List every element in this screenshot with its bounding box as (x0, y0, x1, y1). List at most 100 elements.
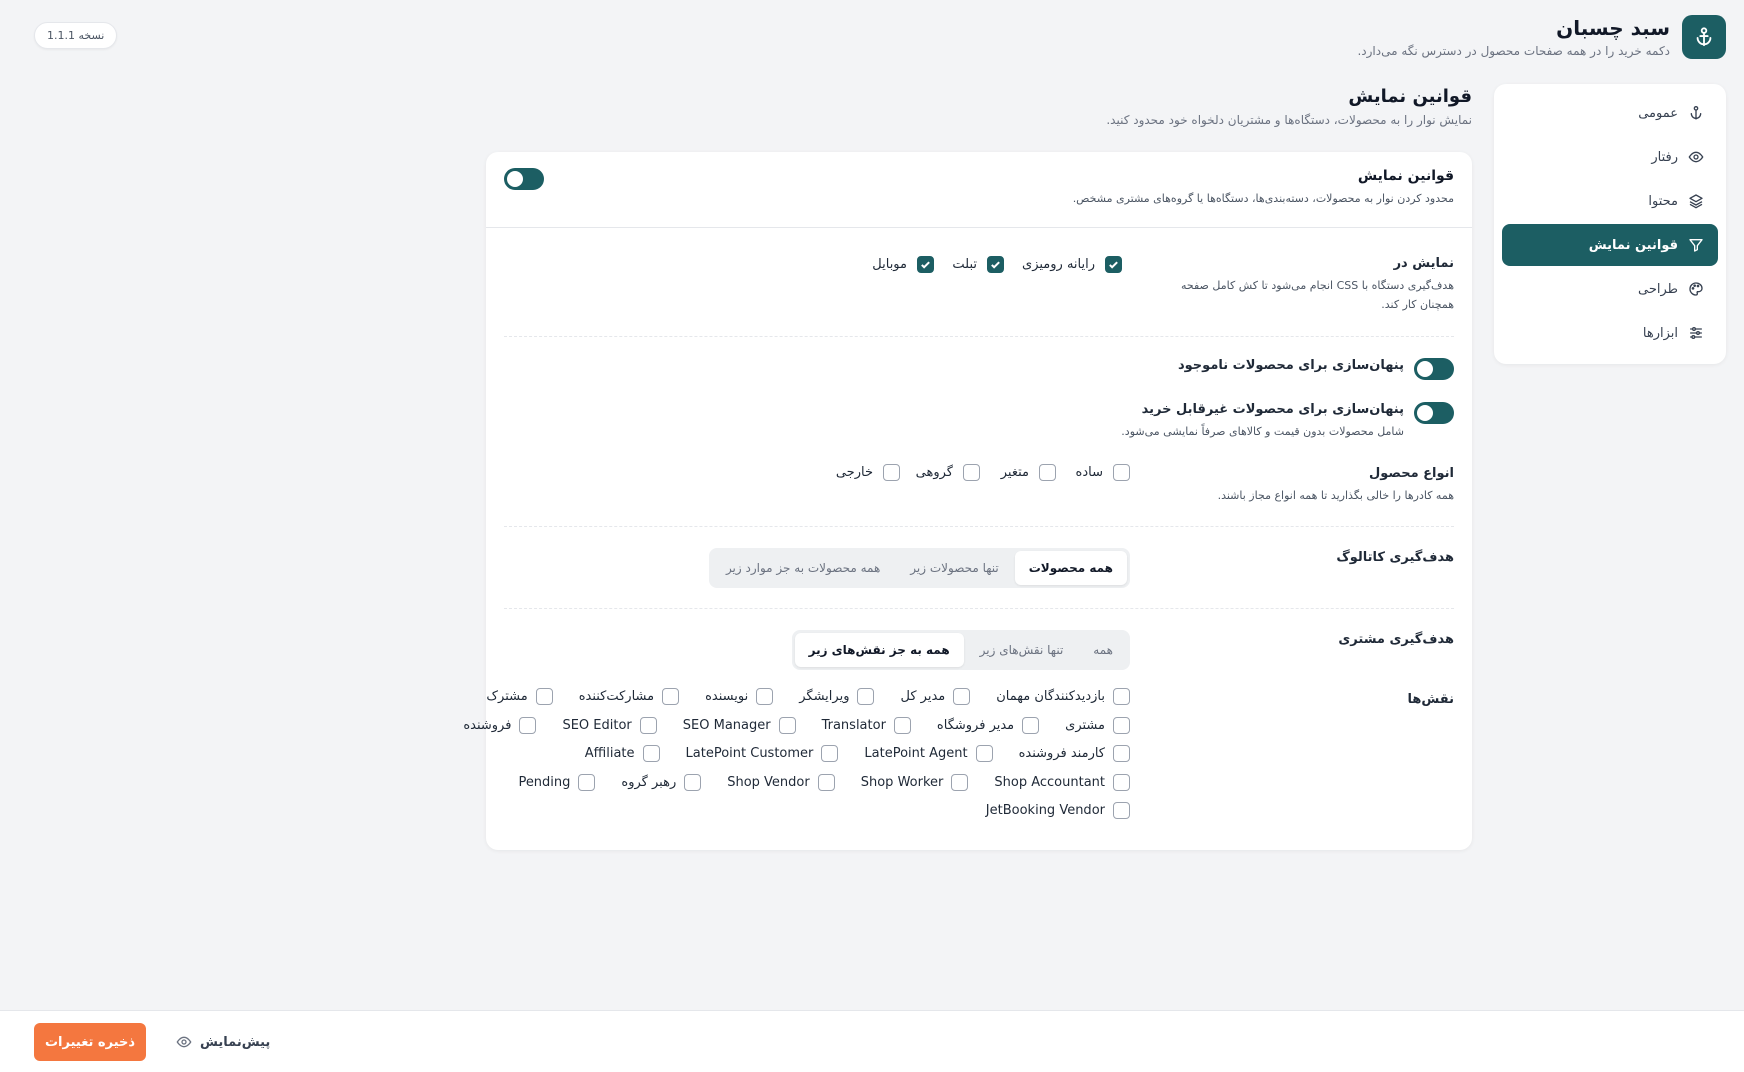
role-checkbox[interactable] (1113, 716, 1130, 734)
role-option[interactable]: SEO Editor (562, 716, 657, 734)
anchor-logo-icon (1682, 15, 1726, 59)
role-option[interactable]: کارمند فروشنده (1018, 745, 1130, 763)
simple-checkbox[interactable] (1113, 464, 1130, 481)
role-option[interactable]: Shop Accountant (994, 773, 1130, 791)
role-checkbox[interactable] (951, 773, 969, 791)
tablet-label: تبلت (952, 257, 977, 272)
role-option[interactable]: JetBooking Vendor (986, 802, 1130, 820)
product-type-simple[interactable]: ساده (1076, 464, 1130, 481)
role-option[interactable]: مشتری (1065, 716, 1130, 734)
product-type-external[interactable]: خارجی (836, 464, 900, 481)
role-label: رهبر گروه (621, 774, 677, 790)
app-subtitle: دکمه خرید را در همه صفحات محصول در دسترس… (1357, 44, 1670, 58)
sliders-icon (1690, 327, 1702, 339)
role-checkbox[interactable] (975, 745, 993, 763)
customer-option-except[interactable]: همه به جز نقش‌های زیر (794, 633, 964, 667)
hide-unpurchasable-label: پنهان‌سازی برای محصولات غیرقابل خرید (1141, 402, 1404, 417)
role-option[interactable]: Translator (822, 716, 911, 734)
role-checkbox[interactable] (857, 688, 875, 705)
role-checkbox[interactable] (1022, 716, 1040, 734)
grouped-label: گروهی (915, 465, 953, 480)
role-option[interactable]: Shop Worker (861, 773, 969, 791)
role-label: ویرایشگر (799, 689, 850, 704)
sidebar-item-behavior[interactable]: رفتار (1502, 136, 1718, 178)
desktop-checkbox[interactable] (1105, 256, 1122, 273)
role-checkbox[interactable] (519, 716, 537, 734)
role-checkbox[interactable] (1113, 688, 1130, 705)
role-option[interactable]: Affiliate (584, 745, 660, 763)
external-checkbox[interactable] (883, 464, 900, 481)
role-label: Affiliate (584, 746, 635, 762)
sidebar-item-label: ابزارها (1642, 325, 1678, 341)
product-type-grouped[interactable]: گروهی (916, 464, 980, 481)
tablet-checkbox[interactable] (987, 256, 1004, 273)
role-option[interactable]: Shop Vendor (727, 773, 835, 791)
role-option[interactable]: مدیر کل (900, 688, 971, 705)
catalog-option-all[interactable]: همه محصولات (1014, 551, 1127, 585)
filter-icon (1689, 239, 1703, 252)
grouped-checkbox[interactable] (963, 464, 980, 481)
card-description: محدود کردن نوار به محصولات، دسته‌بندی‌ها… (1072, 192, 1454, 205)
role-checkbox[interactable] (684, 773, 702, 791)
role-option[interactable]: بازدیدکنندگان مهمان (996, 688, 1130, 705)
role-option[interactable]: مدیر فروشگاه (937, 716, 1040, 734)
customer-option-all[interactable]: همه (1079, 633, 1127, 667)
sidebar-item-label: رفتار (1651, 149, 1678, 165)
role-checkbox[interactable] (893, 716, 911, 734)
role-option[interactable]: LatePoint Agent (864, 745, 993, 763)
display-rules-toggle[interactable] (504, 168, 544, 190)
devices-label: نمایش در (1393, 256, 1454, 271)
sidebar-item-general[interactable]: عمومی (1502, 92, 1718, 134)
sidebar-item-content[interactable]: محتوا (1502, 180, 1718, 222)
divider (504, 526, 1454, 527)
device-desktop-option[interactable]: رایانه رومیزی (1022, 256, 1122, 273)
catalog-option-only[interactable]: تنها محصولات زیر (896, 551, 1012, 585)
catalog-option-except[interactable]: همه محصولات به جز موارد زیر (712, 551, 894, 585)
role-checkbox[interactable] (662, 688, 680, 705)
product-types-label: انواع محصول (1368, 466, 1454, 481)
role-option[interactable]: Pending (518, 773, 596, 791)
version-badge: نسخه 1.1.1 (34, 22, 118, 49)
role-checkbox[interactable] (821, 745, 839, 763)
variable-checkbox[interactable] (1039, 464, 1056, 481)
role-checkbox[interactable] (953, 688, 971, 705)
hide-out-of-stock-toggle[interactable] (1414, 358, 1454, 380)
device-tablet-option[interactable]: تبلت (952, 256, 1004, 273)
sidebar-item-display-rules[interactable]: قوانین نمایش (1502, 224, 1718, 266)
role-option[interactable]: ویرایشگر (799, 688, 875, 705)
role-checkbox[interactable] (642, 745, 660, 763)
preview-button[interactable]: پیش‌نمایش (176, 1023, 270, 1061)
device-mobile-option[interactable]: موبایل (872, 256, 934, 273)
hide-unpurchasable-toggle[interactable] (1414, 402, 1454, 424)
save-button[interactable]: ذخیره تغییرات (34, 1023, 146, 1061)
role-label: بازدیدکنندگان مهمان (996, 689, 1105, 704)
customer-option-only[interactable]: تنها نقش‌های زیر (966, 633, 1078, 667)
page-description: نمایش نوار را به محصولات، دستگاه‌ها و مش… (1106, 113, 1472, 127)
page-heading: قوانین نمایش نمایش نوار را به محصولات، د… (1106, 86, 1472, 127)
sidebar-item-tools[interactable]: ابزارها (1502, 312, 1718, 354)
layers-icon (1689, 194, 1703, 209)
role-option[interactable]: فروشنده (463, 716, 537, 734)
role-option[interactable]: مشارکت‌کننده (579, 688, 680, 705)
role-checkbox[interactable] (535, 688, 553, 705)
anchor-icon (1690, 106, 1702, 120)
mobile-checkbox[interactable] (917, 256, 934, 273)
hide-out-of-stock-row: پنهان‌سازی برای محصولات ناموجود (1178, 358, 1404, 373)
role-option[interactable]: نویسنده (705, 688, 774, 705)
role-checkbox[interactable] (756, 688, 774, 705)
role-checkbox[interactable] (1113, 745, 1130, 763)
product-type-variable[interactable]: متغیر (1001, 464, 1056, 481)
role-option[interactable]: LatePoint Customer (686, 745, 839, 763)
role-checkbox[interactable] (1113, 802, 1130, 820)
role-checkbox[interactable] (639, 716, 657, 734)
role-label: کارمند فروشنده (1018, 746, 1105, 762)
role-checkbox[interactable] (817, 773, 835, 791)
role-option[interactable]: مشترک (486, 688, 553, 705)
role-checkbox[interactable] (1113, 773, 1130, 791)
role-checkbox[interactable] (778, 716, 796, 734)
role-option[interactable]: SEO Manager (683, 716, 796, 734)
role-checkbox[interactable] (578, 773, 596, 791)
sidebar-item-design[interactable]: طراحی (1502, 268, 1718, 310)
role-option[interactable]: رهبر گروه (621, 773, 702, 791)
role-label: مدیر کل (900, 689, 946, 704)
